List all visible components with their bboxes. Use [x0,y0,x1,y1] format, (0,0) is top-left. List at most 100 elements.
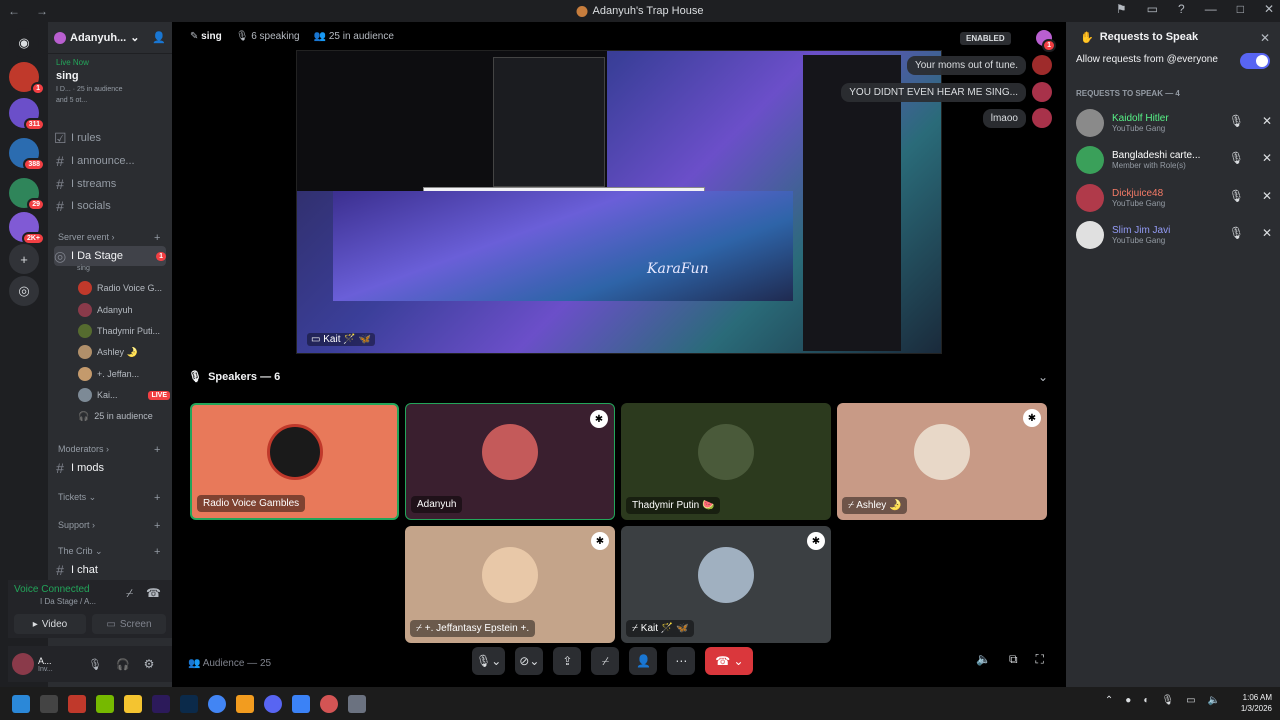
add-member-icon[interactable]: 👤 [152,31,166,44]
channel-mods[interactable]: # I mods [54,458,166,478]
discord-home-icon[interactable]: ◉ [9,28,39,58]
server-icon[interactable]: 29 [9,178,45,211]
server-icon[interactable]: 388 [9,138,45,171]
request-item[interactable]: Slim Jim Javi YouTube Gang 🎙 ✕ [1076,218,1272,252]
app-icon[interactable] [348,694,366,713]
app-icon[interactable] [68,694,86,713]
category-server-event[interactable]: Server event › + [58,232,160,244]
flag-icon[interactable]: ⚑ [1116,2,1127,16]
add-server-icon[interactable]: + [9,244,39,274]
app-icon[interactable] [320,694,338,713]
help-icon[interactable]: ? [1178,2,1185,16]
live-now-card[interactable]: Live Now sing I D... · 25 in audience an… [56,58,168,104]
headphones-icon[interactable]: 🎧 [116,658,130,671]
popout-icon[interactable]: ⧉ [1009,652,1018,667]
minimize-icon[interactable]: — [1205,2,1217,16]
back-arrow-icon[interactable]: ← [0,4,28,18]
forward-arrow-icon[interactable]: → [28,4,56,18]
channel-announcements[interactable]: # I announce... [54,151,166,171]
stage-user[interactable]: Kai... LIVE [78,385,170,405]
microphone-icon[interactable]: 🎙 [1161,695,1174,706]
clock[interactable]: 1:06 AM 1/3/2026 [1241,692,1272,714]
category-the-crib[interactable]: The Crib ⌄ + [58,546,160,558]
chrome-icon[interactable] [208,694,226,713]
avatar[interactable] [12,653,34,675]
explore-icon[interactable]: ◎ [9,276,39,306]
voice-location[interactable]: I Da Stage / A... [40,597,96,606]
file-explorer-icon[interactable] [124,694,142,713]
speaker-tile[interactable]: ✱ ⌿ Kait 🪄 🦋 [621,526,831,643]
stage-channel[interactable]: ◎ I Da Stage 1 [54,246,166,266]
microphone-icon[interactable]: 🎙 [88,658,102,671]
stage-user[interactable]: Radio Voice G... [78,278,170,298]
audience-count[interactable]: 🎧 25 in audience [78,406,170,426]
app-icon[interactable] [96,694,114,713]
move-to-audience-button[interactable]: ⌿ [591,647,620,675]
noise-suppression-icon[interactable]: ⌿ [126,586,133,601]
category-moderators[interactable]: Moderators › + [58,444,160,456]
server-icon[interactable]: 1 [9,62,45,95]
microphone-button[interactable]: 🎙 ⌄ [472,647,506,675]
server-icon[interactable]: 2K+ [9,212,45,245]
video-button[interactable]: ▸ Video [14,614,86,634]
tray-icon[interactable]: ● [1125,695,1131,706]
chevron-down-icon[interactable]: ⌄ [1038,370,1048,384]
volume-icon[interactable]: 🔈 [1208,695,1220,706]
speaker-tile[interactable]: Thadymir Putin 🍉 [621,403,831,520]
gear-icon[interactable]: ⚙ [144,657,155,671]
discord-icon[interactable] [264,694,282,713]
stage-user[interactable]: Ashley 🌛 [78,342,170,362]
stage-user[interactable]: Thadymir Puti... [78,321,170,341]
speaker-tile[interactable]: ✱ ⌿ Ashley 🌛 [837,403,1047,520]
category-support[interactable]: Support › + [58,520,160,532]
fullscreen-icon[interactable]: ⛶ [1036,652,1044,667]
dismiss-icon[interactable]: ✕ [1262,151,1272,165]
dismiss-icon[interactable]: ✕ [1262,189,1272,203]
channel-socials[interactable]: # I socials [54,196,166,216]
camera-button[interactable]: ⊘ ⌄ [515,647,544,675]
more-button[interactable]: ⋯ [667,647,696,675]
windows-start-icon[interactable] [12,694,30,713]
channel-streams[interactable]: # I streams [54,174,166,194]
share-screen-button[interactable]: ⇪ [553,647,582,675]
channel-chat[interactable]: # I chat [54,560,166,580]
app-icon[interactable] [292,694,310,713]
monitor-icon[interactable]: ▭ [1186,695,1195,706]
speaker-tile[interactable]: ✱ Adanyuh [405,403,615,520]
request-item[interactable]: Bangladeshi carte... Member with Role(s) … [1076,143,1272,177]
volume-icon[interactable]: 🔈 [976,652,991,667]
dismiss-icon[interactable]: ✕ [1262,114,1272,128]
avatar[interactable]: 1 [1036,30,1056,52]
maximize-icon[interactable]: □ [1237,2,1244,16]
dismiss-icon[interactable]: ✕ [1262,226,1272,240]
close-icon[interactable]: ✕ [1264,2,1274,16]
app-icon[interactable] [236,694,254,713]
premiere-icon[interactable] [152,694,170,713]
stage-user[interactable]: Adanyuh [78,300,170,320]
request-item[interactable]: Kaidolf Hitler YouTube Gang 🎙 ✕ [1076,106,1272,140]
invite-to-speak-icon[interactable]: 🎙 [1229,151,1244,165]
photoshop-icon[interactable] [180,694,198,713]
chevron-up-icon[interactable]: ⌃ [1105,695,1113,706]
stage-user[interactable]: +. Jeffan... [78,364,170,384]
disconnect-icon[interactable]: ☎ [146,586,161,600]
speaker-tile[interactable]: ✱ ⌿ +. Jeffantasy Epstein +. [405,526,615,643]
server-icon[interactable]: 311 [9,98,45,131]
invite-to-speak-icon[interactable]: 🎙 [1229,189,1244,203]
allow-requests-toggle[interactable] [1240,53,1270,69]
close-icon[interactable]: ✕ [1260,31,1270,45]
invite-to-speak-icon[interactable]: 🎙 [1229,114,1244,128]
request-item[interactable]: Dickjuice48 YouTube Gang 🎙 ✕ [1076,181,1272,215]
leave-stage-button[interactable]: ☎ ⌄ [705,647,754,675]
task-view-icon[interactable] [40,694,58,713]
speaker-tile[interactable]: Radio Voice Gambles [190,403,399,520]
category-tickets[interactable]: Tickets ⌄ + [58,492,160,504]
channel-rules[interactable]: ☑ I rules [54,128,166,148]
invite-button[interactable]: 👤 [629,647,658,675]
screen-share-button[interactable]: ▭ Screen [92,614,166,634]
server-header[interactable]: Adanyuh... ⌄ 👤 [48,22,172,54]
invite-to-speak-icon[interactable]: 🎙 [1229,226,1244,240]
inbox-icon[interactable]: ▭ [1147,2,1158,16]
tray-icon[interactable]: ◐ [1143,695,1149,706]
audience-footer[interactable]: 👥 Audience — 25 [188,658,271,669]
